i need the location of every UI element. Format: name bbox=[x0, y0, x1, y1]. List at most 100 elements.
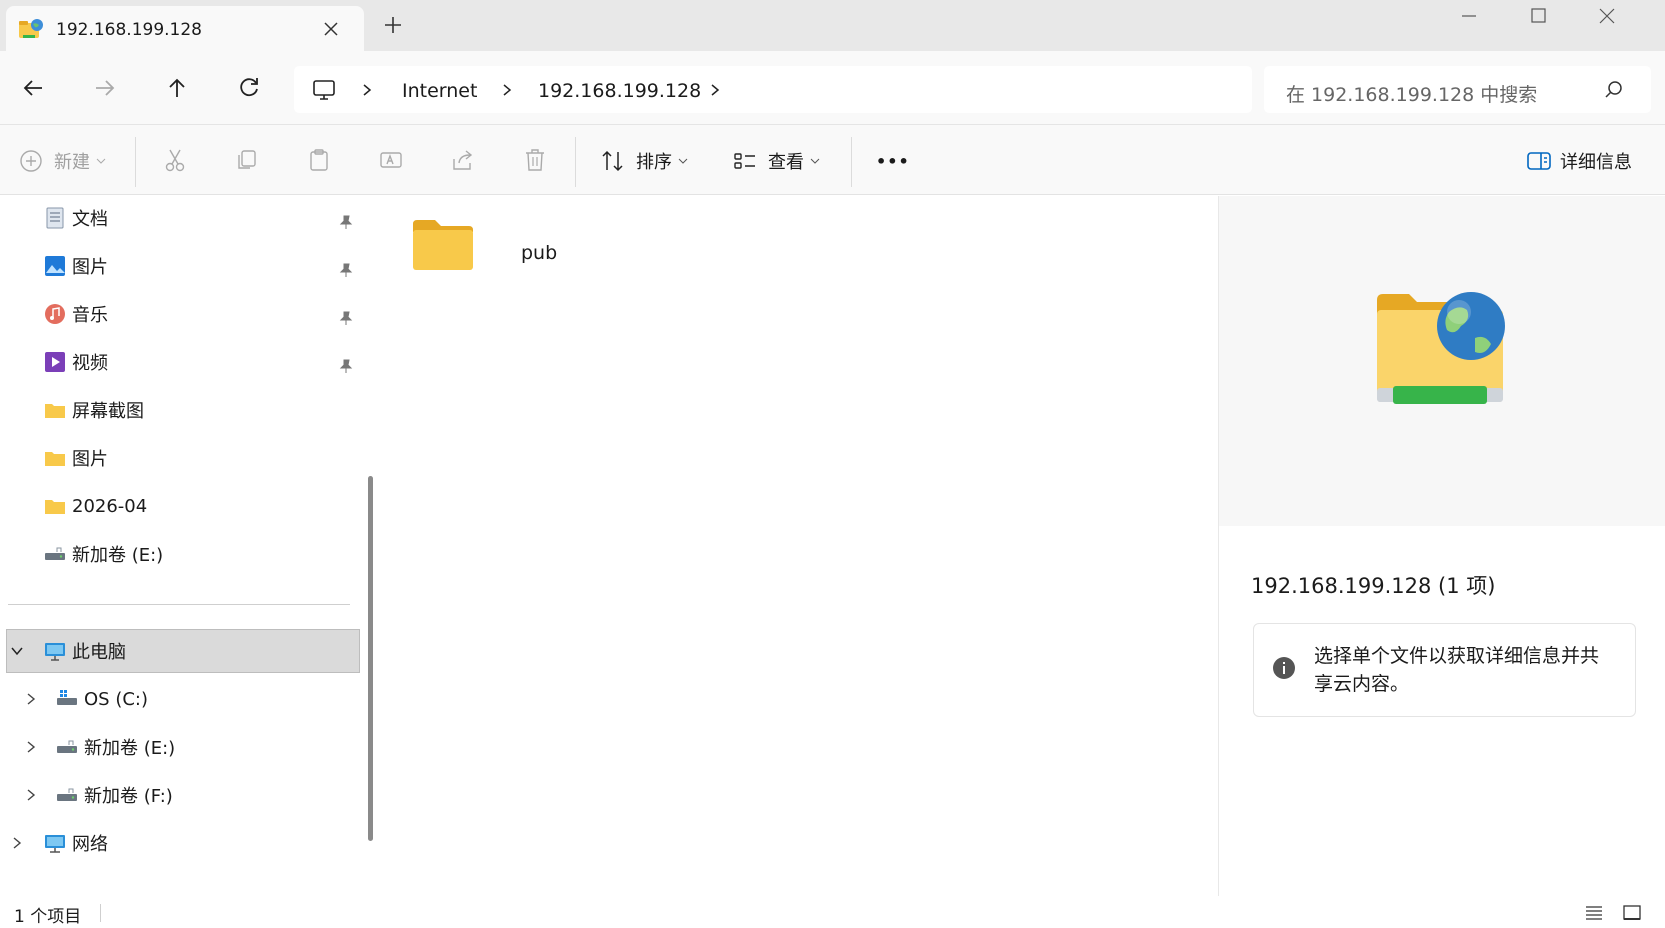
folder-icon bbox=[45, 452, 65, 466]
network-icon bbox=[45, 835, 65, 853]
sidebar-item-screenshots[interactable]: 屏幕截图 bbox=[44, 388, 144, 432]
info-icon bbox=[1273, 657, 1295, 679]
network-location-icon bbox=[1377, 292, 1505, 404]
pin-icon[interactable] bbox=[338, 262, 354, 278]
computer-icon bbox=[313, 80, 335, 100]
drive-icon bbox=[45, 547, 65, 560]
breadcrumb-internet[interactable]: Internet bbox=[402, 80, 477, 102]
sidebar-item-label: 新加卷 (E:) bbox=[72, 545, 164, 566]
navigation-bar: Internet 192.168.199.128 在 192.168.199.1… bbox=[0, 51, 1665, 125]
sidebar-item-documents[interactable]: 文档 bbox=[44, 196, 108, 240]
up-icon[interactable] bbox=[162, 73, 192, 103]
refresh-icon[interactable] bbox=[234, 73, 264, 103]
pin-icon[interactable] bbox=[338, 310, 354, 326]
chevron-down-icon bbox=[678, 158, 688, 164]
back-icon[interactable] bbox=[18, 73, 48, 103]
minimize-icon[interactable] bbox=[1454, 4, 1484, 28]
large-icons-view-icon[interactable] bbox=[1622, 904, 1642, 922]
details-pane: 192.168.199.128 (1 项) 选择单个文件以获取详细信息并共享云内… bbox=[1218, 196, 1665, 896]
command-bar: 新建 排序 查看 ••• 详细信息 bbox=[0, 125, 1665, 195]
chevron-right-icon[interactable] bbox=[24, 788, 38, 802]
status-bar: 1 个项目 bbox=[0, 896, 1665, 928]
chevron-right-icon[interactable] bbox=[360, 82, 374, 98]
sidebar-item-2026-04[interactable]: 2026-04 bbox=[44, 484, 147, 528]
sidebar-item-music[interactable]: 音乐 bbox=[44, 292, 108, 336]
navigation-pane: 文档 图片 音乐 视频 屏幕截图 图片 2026-04 新加卷 (E:) 此电脑… bbox=[0, 196, 362, 896]
details-pane-button[interactable]: 详细信息 bbox=[1526, 147, 1632, 175]
sidebar-item-label: 图片 bbox=[72, 257, 108, 278]
sidebar-item-network[interactable]: 网络 bbox=[44, 821, 108, 865]
details-view-icon[interactable] bbox=[1584, 904, 1604, 922]
folder-icon bbox=[413, 220, 473, 270]
chevron-right-icon[interactable] bbox=[708, 82, 722, 98]
sidebar-item-label: 图片 bbox=[72, 449, 108, 470]
close-window-icon[interactable] bbox=[1592, 4, 1622, 28]
new-tab-icon[interactable] bbox=[382, 14, 404, 36]
more-options-button[interactable]: ••• bbox=[876, 147, 910, 175]
folder-item-pub[interactable]: pub bbox=[411, 218, 557, 276]
item-count: 1 个项目 bbox=[14, 907, 82, 927]
view-button[interactable]: 查看 bbox=[732, 147, 820, 175]
rename-icon[interactable] bbox=[378, 147, 404, 173]
sidebar-item-this-pc[interactable]: 此电脑 bbox=[44, 629, 126, 673]
breadcrumb-host[interactable]: 192.168.199.128 bbox=[538, 80, 701, 102]
search-box[interactable]: 在 192.168.199.128 中搜索 bbox=[1264, 66, 1651, 113]
paste-icon[interactable] bbox=[306, 147, 332, 173]
tab-bar: 192.168.199.128 bbox=[0, 0, 1665, 51]
sidebar-item-label: 网络 bbox=[72, 834, 108, 855]
chevron-right-icon[interactable] bbox=[500, 82, 514, 98]
pin-icon[interactable] bbox=[338, 214, 354, 230]
forward-icon[interactable] bbox=[90, 73, 120, 103]
view-list-icon bbox=[734, 153, 755, 169]
sidebar-item-volume-e[interactable]: 新加卷 (E:) bbox=[44, 532, 163, 576]
cut-icon[interactable] bbox=[162, 147, 188, 173]
toolbar-separator bbox=[135, 137, 136, 187]
details-title: 192.168.199.128 (1 项) bbox=[1251, 574, 1496, 598]
sidebar-item-label: 2026-04 bbox=[72, 495, 148, 517]
windows-drive-icon bbox=[57, 690, 77, 705]
sidebar-item-label: 新加卷 (E:) bbox=[84, 738, 176, 759]
toolbar-separator bbox=[575, 137, 576, 187]
sidebar-item-label: 视频 bbox=[72, 353, 108, 374]
maximize-icon[interactable] bbox=[1523, 4, 1553, 28]
tab-active[interactable]: 192.168.199.128 bbox=[6, 6, 364, 51]
status-separator bbox=[100, 904, 101, 922]
chevron-right-icon[interactable] bbox=[24, 740, 38, 754]
videos-icon bbox=[45, 352, 65, 372]
delete-icon[interactable] bbox=[522, 147, 548, 173]
computer-icon bbox=[45, 643, 65, 661]
drive-icon bbox=[57, 788, 77, 801]
pin-icon[interactable] bbox=[338, 358, 354, 374]
details-label: 详细信息 bbox=[1560, 152, 1632, 173]
sidebar-item-videos[interactable]: 视频 bbox=[44, 340, 108, 384]
search-icon[interactable] bbox=[1604, 80, 1624, 100]
documents-icon bbox=[46, 207, 64, 229]
pictures-icon bbox=[45, 256, 65, 276]
chevron-right-icon[interactable] bbox=[24, 692, 38, 706]
view-label: 查看 bbox=[768, 152, 804, 173]
sidebar-item-pictures-folder[interactable]: 图片 bbox=[44, 436, 108, 480]
file-list: pub bbox=[389, 196, 1216, 896]
sidebar-item-drive-c[interactable]: OS (C:) bbox=[56, 677, 148, 721]
address-bar[interactable]: Internet 192.168.199.128 bbox=[294, 66, 1252, 113]
chevron-down-icon bbox=[96, 158, 106, 164]
share-icon[interactable] bbox=[450, 147, 476, 173]
music-icon bbox=[45, 304, 65, 324]
chevron-down-icon[interactable] bbox=[10, 644, 24, 658]
chevron-right-icon[interactable] bbox=[10, 836, 24, 850]
folder-name: pub bbox=[521, 242, 558, 264]
details-pane-icon bbox=[1527, 152, 1551, 170]
close-tab-icon[interactable] bbox=[318, 16, 344, 42]
plus-circle-icon bbox=[20, 150, 42, 172]
sidebar-item-pictures[interactable]: 图片 bbox=[44, 244, 108, 288]
sidebar-divider bbox=[8, 604, 350, 605]
sidebar-item-drive-f[interactable]: 新加卷 (F:) bbox=[56, 773, 173, 817]
sidebar-item-label: 音乐 bbox=[72, 305, 108, 326]
sort-button[interactable]: 排序 bbox=[600, 147, 688, 175]
sort-label: 排序 bbox=[636, 152, 672, 173]
sort-icon bbox=[602, 150, 623, 172]
sidebar-scrollbar[interactable] bbox=[368, 476, 373, 841]
new-button[interactable]: 新建 bbox=[18, 147, 106, 175]
copy-icon[interactable] bbox=[234, 147, 260, 173]
sidebar-item-drive-e[interactable]: 新加卷 (E:) bbox=[56, 725, 175, 769]
